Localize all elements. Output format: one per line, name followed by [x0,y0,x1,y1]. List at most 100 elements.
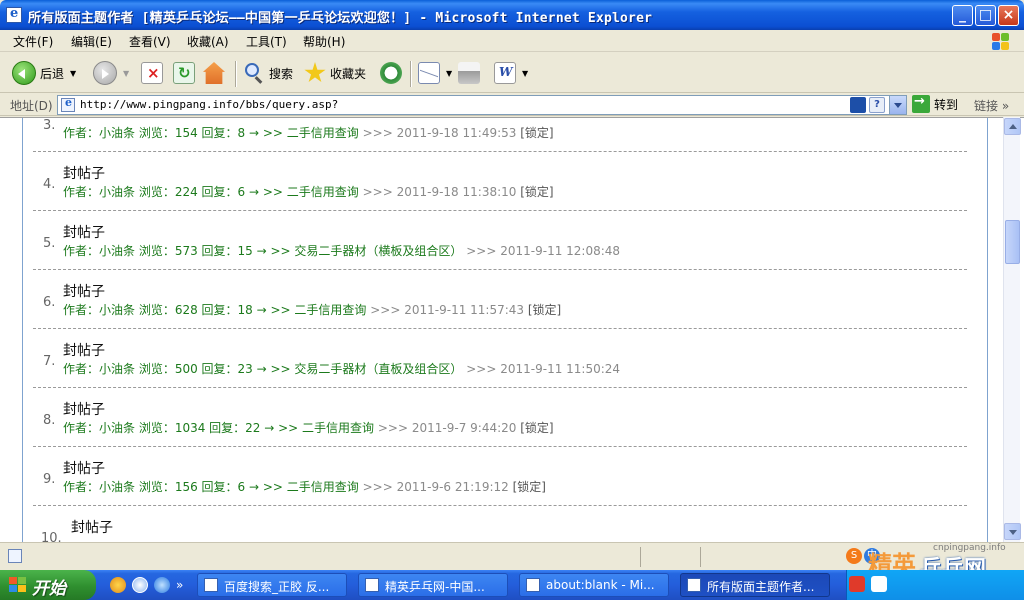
ie-window: 所有版面主题作者 [精英乒乓论坛——中国第一乒乓论坛欢迎您！] - Micros… [0,0,1024,600]
post-title[interactable]: 封帖子 [63,399,105,419]
post-title[interactable]: 封帖子 [63,222,105,242]
start-button[interactable]: 开始 [0,570,96,600]
ie-quicklaunch-icon[interactable] [154,577,170,593]
post-meta-text[interactable]: 作者：小油条 浏览：573 回复：15 → >> 交易二手器材（横板及组合区） [63,244,462,258]
status-bar: S 中 精英 乒乓网 cnpingpang.info [0,542,1024,582]
address-input[interactable]: http://www.pingpang.info/bbs/query.asp? … [57,95,907,115]
security-icon [850,97,866,113]
toolbar: 后退 ▼ ▼ × ↻ 搜索 收藏夹 ▼ W ▼ [0,53,1024,93]
ime-icon[interactable]: S [846,548,862,564]
refresh-button[interactable]: ↻ [173,59,195,87]
close-button[interactable]: × [998,5,1019,26]
menu-view[interactable]: 查看(V) [129,33,171,50]
post-title[interactable]: 封帖子 [63,458,105,478]
post-number: 4. [43,177,56,192]
word-icon: W [494,62,516,84]
links-label: 链接 [974,99,999,113]
menu-help[interactable]: 帮助(H) [303,33,345,50]
menu-edit[interactable]: 编辑(E) [71,33,112,50]
chrome-icon[interactable] [132,577,148,593]
post-meta: 作者：小油条 浏览：224 回复：6 → >> 二手信用查询 >>> 2011-… [63,183,554,200]
go-button[interactable]: 转到 [912,94,958,113]
forward-arrow-icon [93,61,117,85]
toolbar-separator [235,61,237,87]
post-meta-text[interactable]: 作者：小油条 浏览：224 回复：6 → >> 二手信用查询 [63,185,359,199]
vertical-scrollbar[interactable] [1003,117,1021,542]
post-item: 3. 作者：小油条 浏览：154 回复：8 → >> 二手信用查询 >>> 20… [33,118,967,152]
edit-button[interactable]: W ▼ [494,59,528,87]
post-meta-text[interactable]: 作者：小油条 浏览：628 回复：18 → >> 二手信用查询 [63,303,366,317]
status-divider [700,547,701,567]
print-button[interactable] [458,59,480,87]
history-button[interactable] [380,59,402,87]
post-timestamp: >>> 2011-9-18 11:49:53 [362,126,517,140]
stop-button[interactable]: × [141,59,163,87]
maximize-button[interactable]: □ [975,5,996,26]
tray-icon[interactable] [871,576,887,592]
back-dropdown-icon[interactable]: ▼ [70,69,76,78]
post-meta-text[interactable]: 作者：小油条 浏览：156 回复：6 → >> 二手信用查询 [63,480,359,494]
menu-tools[interactable]: 工具(T) [246,33,287,50]
post-timestamp: >>> 2011-9-7 9:44:20 [377,421,517,435]
post-item: 7. 封帖子 作者：小油条 浏览：500 回复：23 → >> 交易二手器材（直… [33,329,967,388]
windows-flag-icon [9,577,27,593]
post-meta-text[interactable]: 作者：小油条 浏览：154 回复：8 → >> 二手信用查询 [63,126,359,140]
post-item: 10. 封帖子 [33,506,967,542]
post-meta-text[interactable]: 作者：小油条 浏览：500 回复：23 → >> 交易二手器材（直板及组合区） [63,362,462,376]
mail-button[interactable]: ▼ [418,59,452,87]
links-button[interactable]: 链接 » [974,97,1009,114]
taskbar-item[interactable]: about:blank - Mi... [519,573,669,597]
mail-dropdown-icon[interactable]: ▼ [446,69,452,78]
menu-bar: 文件(F) 编辑(E) 查看(V) 收藏(A) 工具(T) 帮助(H) [0,30,1024,52]
post-title[interactable]: 封帖子 [63,281,105,301]
scroll-down-button[interactable] [1004,523,1021,540]
minimize-button[interactable]: _ [952,5,973,26]
menu-file[interactable]: 文件(F) [13,33,53,50]
post-item: 4. 封帖子 作者：小油条 浏览：224 回复：6 → >> 二手信用查询 >>… [33,152,967,211]
address-bar: 地址(D) http://www.pingpang.info/bbs/query… [0,94,1024,116]
back-button[interactable]: 后退 ▼ [12,59,76,87]
taskbar-item[interactable]: 精英乒乓网-中国... [358,573,508,597]
post-item: 9. 封帖子 作者：小油条 浏览：156 回复：6 → >> 二手信用查询 >>… [33,447,967,506]
taskbar-item-active[interactable]: 所有版面主题作者... [680,573,830,597]
scroll-up-button[interactable] [1004,118,1021,135]
sogou-tray-icon[interactable] [849,576,865,592]
history-icon [380,62,402,84]
windows-logo-icon [986,31,1016,51]
quicklaunch-more-icon[interactable]: » [176,577,186,593]
post-meta: 作者：小油条 浏览：573 回复：15 → >> 交易二手器材（横板及组合区） … [63,242,620,259]
post-timestamp: >>> 2011-9-11 12:08:48 [466,244,621,258]
help-icon: ? [869,97,885,113]
post-meta-text[interactable]: 作者：小油条 浏览：1034 回复：22 → >> 二手信用查询 [63,421,374,435]
start-label: 开始 [32,579,66,599]
post-lock-status: [锁定] [520,185,554,199]
post-lock-status: [锁定] [520,126,554,140]
post-number: 7. [43,354,56,369]
page-content: 3. 作者：小油条 浏览：154 回复：8 → >> 二手信用查询 >>> 20… [0,117,1024,542]
post-timestamp: >>> 2011-9-6 21:19:12 [362,480,509,494]
forward-dropdown-icon[interactable]: ▼ [123,69,129,78]
scroll-thumb[interactable] [1005,220,1020,264]
address-dropdown-icon[interactable] [889,96,906,114]
address-label: 地址(D) [10,99,53,113]
forward-button[interactable]: ▼ [93,59,129,87]
post-meta: 作者：小油条 浏览：1034 回复：22 → >> 二手信用查询 >>> 201… [63,419,554,436]
post-item: 6. 封帖子 作者：小油条 浏览：628 回复：18 → >> 二手信用查询 >… [33,270,967,329]
home-icon [203,62,225,84]
home-button[interactable] [203,59,225,87]
post-title[interactable]: 封帖子 [63,340,105,360]
back-arrow-icon [12,61,36,85]
ie-task-icon [687,578,701,592]
post-item: 8. 封帖子 作者：小油条 浏览：1034 回复：22 → >> 二手信用查询 … [33,388,967,447]
taskbar-item[interactable]: 百度搜索_正胶 反... [197,573,347,597]
post-title[interactable]: 封帖子 [63,163,105,183]
taskbar-item-label: 百度搜索_正胶 反... [224,580,330,594]
favorites-button[interactable]: 收藏夹 [304,59,366,87]
menu-favorites[interactable]: 收藏(A) [187,33,229,50]
post-number: 8. [43,413,56,428]
search-button[interactable]: 搜索 [243,59,293,87]
post-title[interactable]: 封帖子 [71,517,113,537]
post-lock-status: [锁定] [520,421,554,435]
edit-dropdown-icon[interactable]: ▼ [522,69,528,78]
qq-icon[interactable] [110,577,126,593]
